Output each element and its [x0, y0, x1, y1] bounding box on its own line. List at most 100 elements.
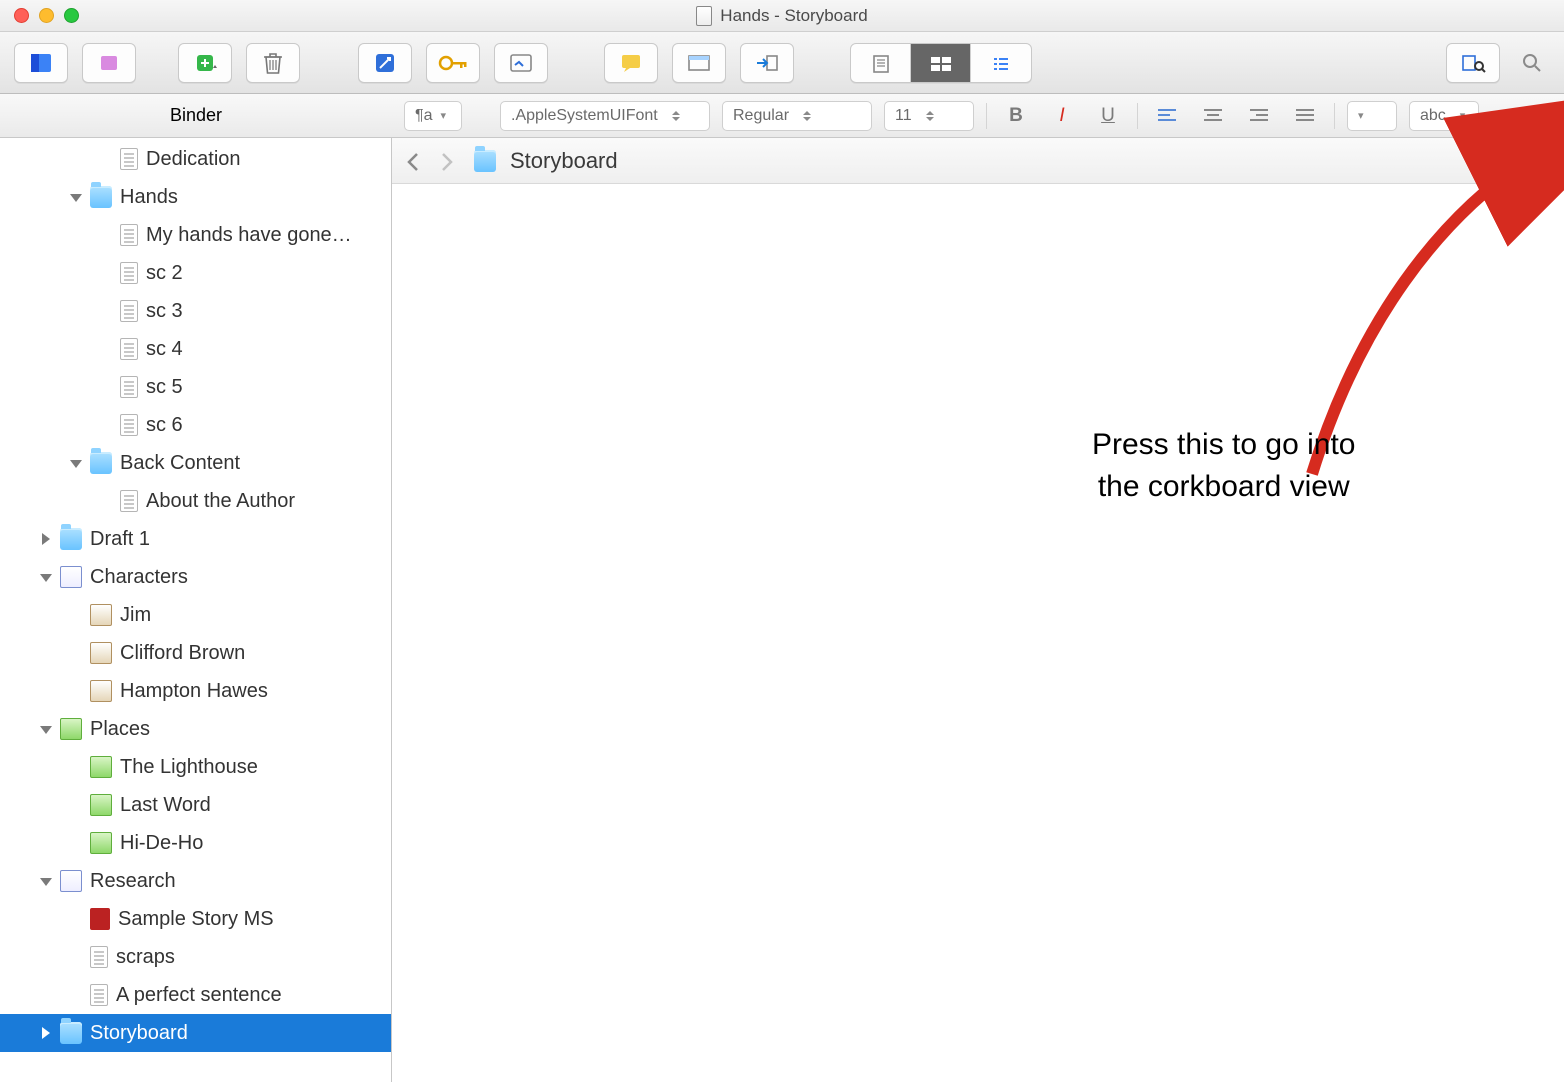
binder-row[interactable]: sc 4	[0, 330, 391, 368]
list-style-select[interactable]: abc▾	[1409, 101, 1479, 131]
zoom-window-button[interactable]	[64, 8, 79, 23]
pilcrow-menu[interactable]: ¶a ▾	[404, 101, 462, 131]
toolbar	[0, 32, 1564, 94]
annotation-text: Press this to go into the corkboard view	[1092, 424, 1355, 508]
binder-row-label: The Lighthouse	[120, 756, 258, 779]
binder-row[interactable]: My hands have gone…	[0, 216, 391, 254]
binder-row-label: sc 4	[146, 338, 183, 361]
underline-label: U	[1101, 105, 1115, 127]
binder-row[interactable]: sc 2	[0, 254, 391, 292]
bold-button[interactable]: B	[999, 101, 1033, 131]
align-center-button[interactable]	[1196, 101, 1230, 131]
binder-row-label: Jim	[120, 604, 151, 627]
italic-button[interactable]: I	[1045, 101, 1079, 131]
binder-row-label: Back Content	[120, 452, 240, 475]
binder-row[interactable]: Last Word	[0, 786, 391, 824]
binder-row[interactable]: The Lighthouse	[0, 748, 391, 786]
doc-icon	[90, 984, 108, 1006]
binder-row[interactable]: sc 3	[0, 292, 391, 330]
format-bar: ¶a ▾ .AppleSystemUIFont Regular 11 B I U…	[392, 94, 1564, 138]
binder-row-label: Places	[90, 718, 150, 741]
abc-label: abc	[1420, 107, 1446, 125]
binder-row-label: sc 2	[146, 262, 183, 285]
binder-row-label: Hands	[120, 186, 178, 209]
separator	[1137, 103, 1138, 129]
line-spacing-select[interactable]: ▾	[1347, 101, 1397, 131]
binder-row[interactable]: Hands	[0, 178, 391, 216]
person-icon	[90, 604, 112, 626]
collections-button[interactable]	[82, 43, 136, 83]
keywords-button[interactable]	[426, 43, 480, 83]
compose-button[interactable]	[358, 43, 412, 83]
comment-button[interactable]	[604, 43, 658, 83]
binder-row[interactable]: Dedication	[0, 140, 391, 178]
nav-forward-button[interactable]	[440, 151, 460, 171]
disclosure-triangle[interactable]	[68, 190, 82, 204]
trash-button[interactable]	[246, 43, 300, 83]
doc-icon	[120, 224, 138, 246]
quick-ref-button[interactable]	[494, 43, 548, 83]
binder-row-label: sc 6	[146, 414, 183, 437]
folder-icon	[90, 452, 112, 474]
binder-row[interactable]: Back Content	[0, 444, 391, 482]
align-right-button[interactable]	[1242, 101, 1276, 131]
binder-row[interactable]: Hampton Hawes	[0, 672, 391, 710]
bold-label: B	[1009, 105, 1023, 127]
folder-icon	[60, 1022, 82, 1044]
binder-row-label: Characters	[90, 566, 188, 589]
binder-row[interactable]: scraps	[0, 938, 391, 976]
binder-row[interactable]: sc 5	[0, 368, 391, 406]
corkboard-view-button[interactable]	[911, 44, 971, 83]
disclosure-triangle[interactable]	[38, 874, 52, 888]
compile-button[interactable]	[740, 43, 794, 83]
binder-row[interactable]: Research	[0, 862, 391, 900]
binder-row[interactable]: Sample Story MS	[0, 900, 391, 938]
binder-row[interactable]: About the Author	[0, 482, 391, 520]
binder-row[interactable]: Storyboard	[0, 1014, 391, 1052]
binder-row[interactable]: Characters	[0, 558, 391, 596]
disclosure-triangle[interactable]	[38, 570, 52, 584]
font-style-select[interactable]: Regular	[722, 101, 872, 131]
place-icon	[90, 832, 112, 854]
binder-row-label: Clifford Brown	[120, 642, 245, 665]
binder-row[interactable]: Places	[0, 710, 391, 748]
binder-row-label: Sample Story MS	[118, 908, 274, 931]
nav-back-button[interactable]	[406, 151, 426, 171]
binder-row-label: Hampton Hawes	[120, 680, 268, 703]
person-icon	[90, 680, 112, 702]
binder-row[interactable]: sc 6	[0, 406, 391, 444]
align-left-button[interactable]	[1150, 101, 1184, 131]
underline-button[interactable]: U	[1091, 101, 1125, 131]
inspector-button[interactable]	[1446, 43, 1500, 83]
outline-view-button[interactable]	[971, 44, 1031, 83]
layout-button[interactable]	[672, 43, 726, 83]
font-size-select[interactable]: 11	[884, 101, 974, 131]
binder-toggle-button[interactable]	[14, 43, 68, 83]
disclosure-triangle[interactable]	[68, 456, 82, 470]
binder-row-label: Dedication	[146, 148, 241, 171]
place-icon	[90, 756, 112, 778]
add-button[interactable]	[178, 43, 232, 83]
binder-row[interactable]: Clifford Brown	[0, 634, 391, 672]
close-window-button[interactable]	[14, 8, 29, 23]
binder-row[interactable]: Jim	[0, 596, 391, 634]
binder-row[interactable]: Hi-De-Ho	[0, 824, 391, 862]
binder-sidebar: Dedication Hands My hands have gone… sc 2 sc…	[0, 138, 392, 1082]
align-justify-button[interactable]	[1288, 101, 1322, 131]
font-family-select[interactable]: .AppleSystemUIFont	[500, 101, 710, 131]
disclosure-triangle[interactable]	[38, 722, 52, 736]
pathbar-title: Storyboard	[510, 148, 618, 174]
search-button[interactable]	[1514, 52, 1550, 74]
binder-tree[interactable]: Dedication Hands My hands have gone… sc 2 sc…	[0, 138, 391, 1082]
document-icon	[696, 6, 712, 26]
doc-icon	[120, 414, 138, 436]
minimize-window-button[interactable]	[39, 8, 54, 23]
doc-icon	[90, 946, 108, 968]
binder-row[interactable]: Draft 1	[0, 520, 391, 558]
disclosure-triangle[interactable]	[38, 1026, 52, 1040]
folder-icon	[90, 186, 112, 208]
document-view-button[interactable]	[851, 44, 911, 83]
disclosure-triangle[interactable]	[38, 532, 52, 546]
binder-row[interactable]: A perfect sentence	[0, 976, 391, 1014]
stepper-icon	[926, 111, 936, 121]
